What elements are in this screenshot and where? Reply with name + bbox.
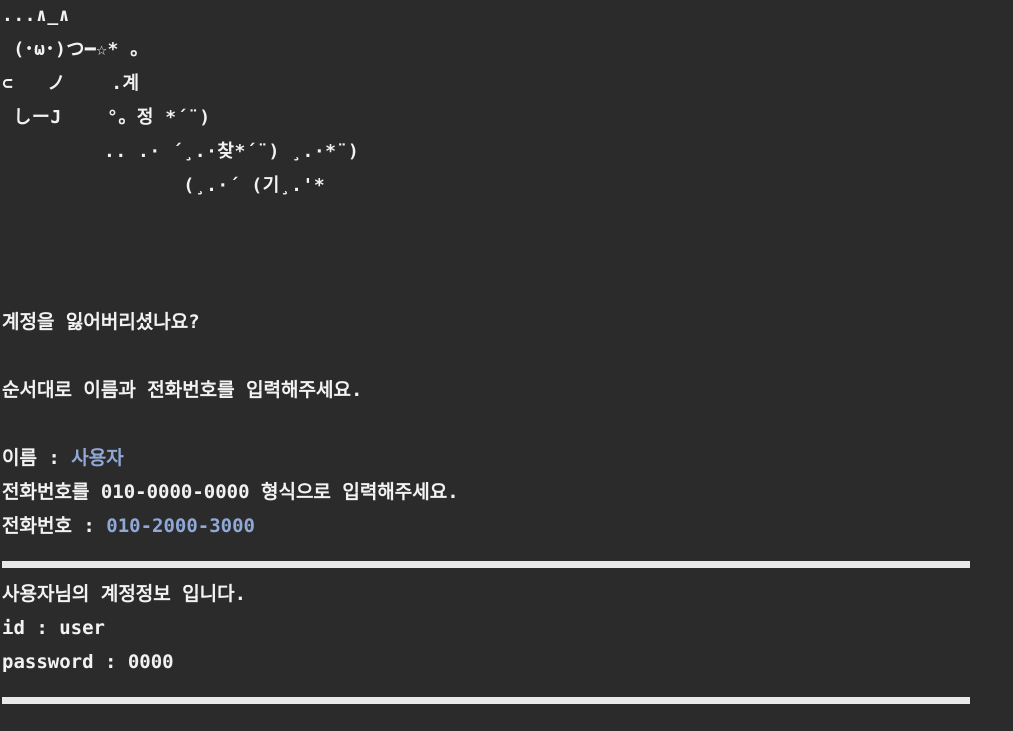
divider-top [2, 561, 970, 568]
name-input-value: 사용자 [71, 447, 124, 469]
ascii-art-line-1: ...∧_∧ [2, 5, 71, 26]
ascii-art-line-5: .. .· ´¸.·찾*´¨) ¸.·*¨) [2, 141, 360, 162]
ascii-art-line-6: (¸.·´ (기¸.'* [2, 175, 326, 196]
instruction-text: 순서대로 이름과 전화번호를 입력해주세요. [2, 379, 363, 401]
phone-format-hint: 전화번호를 010-0000-0000 형식으로 입력해주세요. [2, 481, 459, 503]
lost-account-prompt: 계정을 잃어버리셨나요? [2, 311, 200, 333]
result-id-line: id : user [2, 617, 105, 639]
name-label: 이름 : [2, 447, 72, 469]
name-prompt-line: 이름 : 사용자 [2, 444, 124, 472]
console-output: ...∧_∧ (･ω･)つ━☆* 。 ⊂ ノ .계 しーJ °。정 *´¨) .… [2, 0, 1002, 731]
result-password-line: password : 0000 [2, 651, 174, 673]
result-title: 사용자님의 계정정보 입니다. [2, 583, 247, 605]
ascii-art-line-4: しーJ °。정 *´¨) [2, 107, 211, 128]
ascii-art-line-3: ⊂ ノ .계 [2, 73, 140, 94]
phone-prompt-line: 전화번호 : 010-2000-3000 [2, 512, 255, 540]
phone-input-value: 010-2000-3000 [106, 515, 255, 537]
ascii-art-line-2: (･ω･)つ━☆* 。 [2, 39, 149, 60]
phone-label: 전화번호 : [2, 515, 107, 537]
divider-bottom [2, 697, 970, 704]
